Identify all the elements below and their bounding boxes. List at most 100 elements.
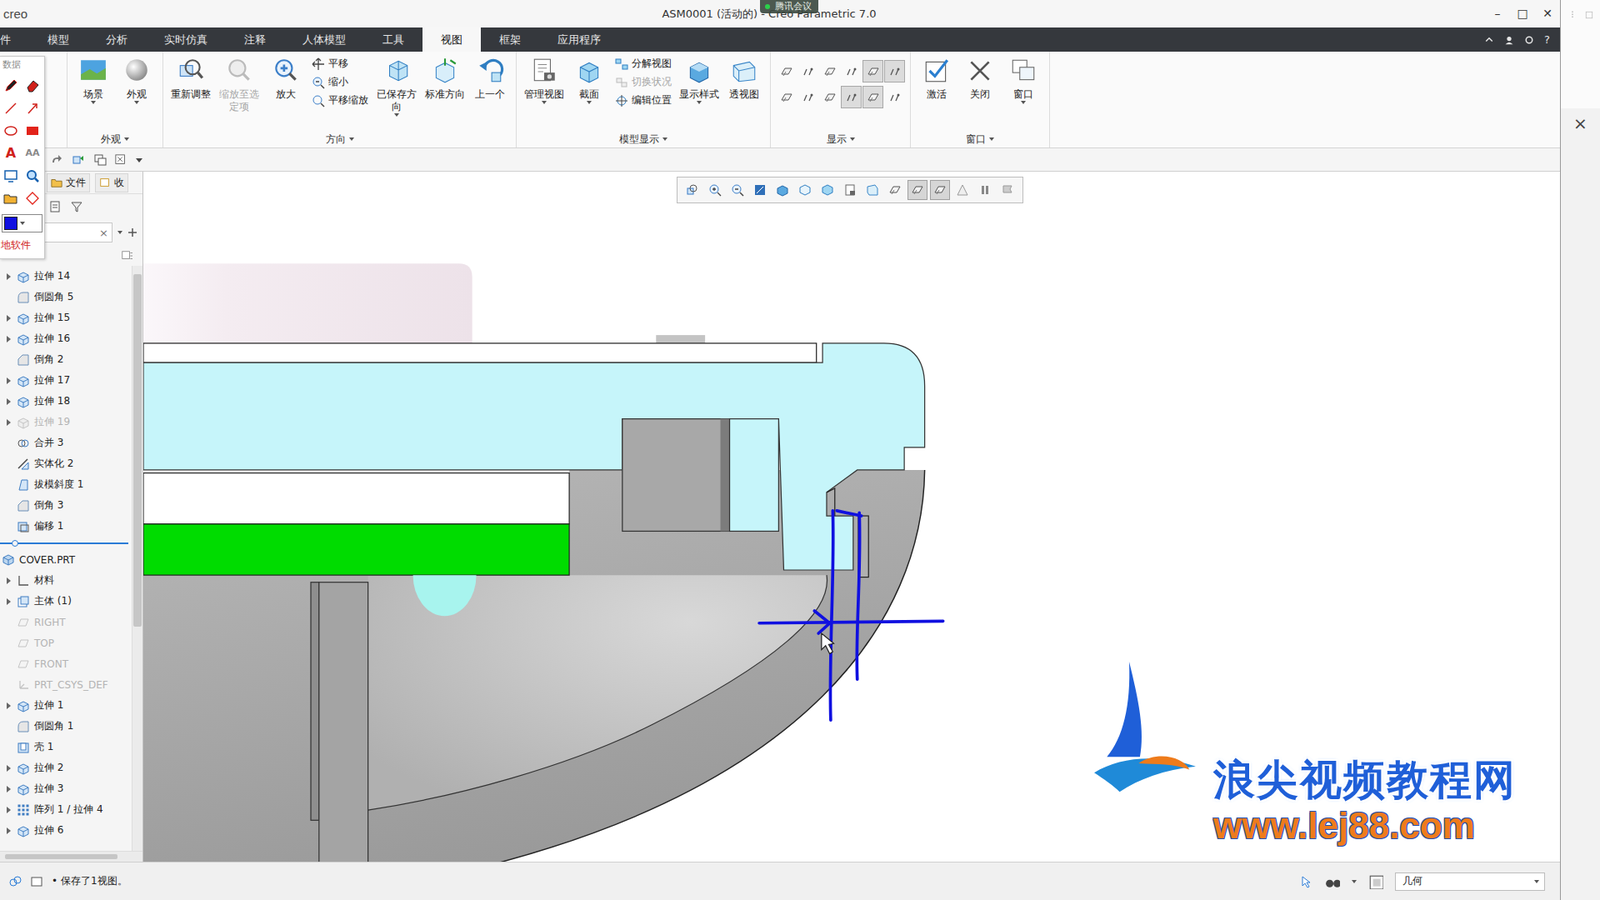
display-toggle[interactable]	[840, 60, 862, 83]
dropdown-arrow-icon[interactable]	[662, 137, 668, 141]
panel-tab[interactable]: 收	[95, 173, 129, 193]
tree-row[interactable]: 阵列 1 / 拉伸 4	[0, 799, 132, 820]
expand-toggle[interactable]	[4, 785, 13, 793]
annotation-tool[interactable]: A	[0, 141, 21, 165]
tree-row[interactable]: 实体化 2	[0, 453, 132, 475]
display-toggle[interactable]	[797, 85, 819, 109]
view-tool-button[interactable]	[817, 180, 838, 200]
view-tool-button[interactable]	[975, 180, 995, 200]
tree-row[interactable]: 拉伸 16	[0, 328, 132, 350]
selection-filter[interactable]: 几何	[1395, 872, 1545, 891]
annotation-tool[interactable]	[0, 74, 21, 97]
ribbon-tab[interactable]: 件	[0, 27, 30, 52]
display-toggle[interactable]	[775, 85, 797, 109]
dropdown-arrow-icon[interactable]	[134, 100, 140, 105]
window-control-button[interactable]: □	[1510, 0, 1535, 28]
pen-color-picker[interactable]	[1, 214, 43, 233]
tree-row[interactable]: 材料	[0, 570, 132, 591]
ribbon-tab[interactable]: 分析	[87, 27, 146, 52]
annotation-tool[interactable]	[0, 186, 21, 210]
tree-row[interactable]: 合并 3	[0, 432, 132, 454]
annotation-tool[interactable]	[22, 119, 43, 142]
meeting-badge[interactable]: 腾讯会议	[760, 0, 819, 14]
dropdown-arrow-icon[interactable]	[586, 100, 592, 105]
expand-toggle[interactable]	[4, 702, 13, 710]
dropdown-arrow-icon[interactable]	[117, 230, 123, 235]
tree-row[interactable]: TOP	[0, 632, 132, 654]
tree-row[interactable]: 拉伸 18	[0, 390, 132, 412]
tree-row[interactable]: 倒圆角 5	[0, 286, 132, 308]
tree-row[interactable]: 拉伸 6	[0, 820, 132, 841]
ribbon-button[interactable]: 重新调整	[168, 55, 214, 103]
expand-toggle[interactable]	[4, 806, 13, 814]
ribbon-button[interactable]: 标准方向	[422, 55, 468, 103]
display-toggle[interactable]	[819, 85, 840, 109]
dropdown-arrow-icon[interactable]	[1351, 880, 1357, 884]
ribbon-button[interactable]: 关闭	[959, 55, 1001, 103]
display-toggle[interactable]	[884, 60, 905, 83]
ribbon-small-button[interactable]: 平移缩放	[311, 93, 369, 108]
graphics-window[interactable]: 浪尖视频教程网www.lej88.com	[143, 171, 1560, 862]
expand-toggle[interactable]	[4, 419, 13, 426]
ribbon-button[interactable]: 已保存方向	[373, 55, 422, 119]
annotation-tool[interactable]	[22, 164, 43, 187]
hscroll-thumb[interactable]	[5, 854, 118, 860]
tree-row[interactable]: 倒圆角 1	[0, 715, 132, 737]
ribbon-tab[interactable]: 应用程序	[539, 27, 620, 52]
dropdown-arrow-icon[interactable]	[541, 100, 547, 105]
view-tool-button[interactable]	[682, 180, 703, 200]
ribbon-small-button[interactable]: 切换状况	[615, 75, 672, 90]
expand-toggle[interactable]	[4, 335, 13, 343]
ribbon-tab[interactable]: 人体模型	[284, 27, 365, 52]
display-toggle[interactable]	[819, 60, 840, 83]
dropdown-arrow-icon[interactable]	[90, 100, 96, 105]
display-toggle[interactable]	[862, 85, 884, 109]
expand-toggle[interactable]	[4, 377, 13, 385]
view-tool-button[interactable]	[997, 180, 1018, 200]
scroll-thumb[interactable]	[133, 274, 142, 627]
ribbon-button[interactable]: 管理视图	[521, 55, 567, 106]
display-toggle[interactable]	[862, 60, 884, 83]
view-tool-button[interactable]	[750, 180, 770, 200]
ribbon-button[interactable]: 放大	[265, 55, 307, 103]
display-toggle[interactable]	[775, 60, 797, 83]
ribbon-button[interactable]: 显示样式	[676, 55, 722, 106]
tree-row[interactable]: COVER.PRT	[0, 549, 132, 570]
window-control-button[interactable]: ✕	[1535, 0, 1560, 28]
tree-row[interactable]: FRONT	[0, 653, 132, 675]
view-tool-button[interactable]	[772, 180, 793, 200]
dropdown-arrow-icon[interactable]	[850, 137, 855, 141]
ribbon-button[interactable]: 截面	[568, 55, 610, 106]
tree-row[interactable]: 壳 1	[0, 736, 132, 758]
annotation-tool[interactable]: AA	[22, 141, 43, 165]
window-control-button[interactable]: –	[1485, 0, 1510, 28]
annotation-tool[interactable]	[0, 96, 21, 120]
dropdown-arrow-icon[interactable]	[349, 137, 355, 141]
tree-row[interactable]: 拉伸 2	[0, 757, 132, 779]
ribbon-button[interactable]: 窗口	[1002, 55, 1045, 106]
display-toggle[interactable]	[884, 85, 905, 109]
tree-search-field[interactable]: ×	[41, 222, 113, 243]
clear-search-button[interactable]: ×	[99, 226, 109, 240]
ribbon-button[interactable]: 缩放至选定项	[215, 55, 264, 115]
ribbon-button[interactable]: 上一个	[469, 55, 511, 103]
tree-scrollbar[interactable]	[131, 265, 143, 851]
dropdown-arrow-icon[interactable]	[1020, 100, 1026, 105]
tree-row[interactable]: 拉伸 17	[0, 370, 132, 391]
insert-marker[interactable]	[0, 536, 132, 550]
expand-toggle[interactable]	[4, 398, 13, 405]
view-tool-button[interactable]	[705, 180, 725, 200]
tree-row[interactable]: 倒角 2	[0, 349, 132, 370]
tree-row[interactable]: 拉伸 3	[0, 778, 132, 800]
view-tool-button[interactable]	[727, 180, 748, 200]
expand-toggle[interactable]	[4, 577, 13, 585]
view-tool-button[interactable]	[952, 180, 973, 200]
ribbon-tab[interactable]: 实时仿真	[145, 27, 226, 52]
expand-toggle[interactable]	[4, 598, 13, 605]
tree-row[interactable]: 拉伸 19	[0, 411, 132, 433]
expand-toggle[interactable]	[4, 765, 13, 772]
view-tool-button[interactable]	[862, 180, 883, 200]
dropdown-arrow-icon[interactable]	[1534, 880, 1540, 884]
dropdown-arrow-icon[interactable]	[394, 113, 400, 117]
expand-toggle[interactable]	[4, 315, 13, 322]
